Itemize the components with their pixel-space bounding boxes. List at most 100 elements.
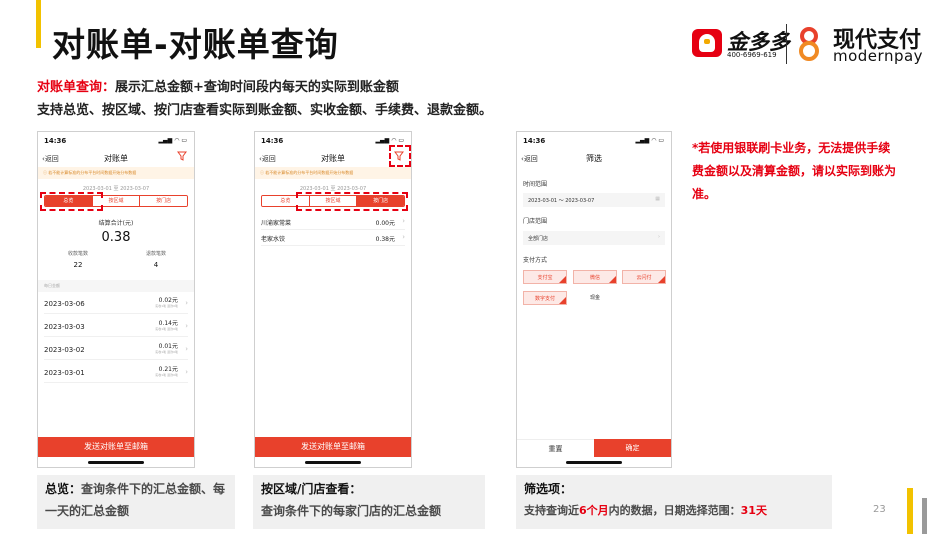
daily-sub: 实收1笔 退款0笔 (155, 327, 178, 331)
caption-overview: 总览：查询条件下的汇总金额、每一天的汇总金额 (37, 475, 235, 529)
time-range-field[interactable]: 2023-03-01 ～ 2023-03-07 ▦ (523, 193, 665, 207)
phone-filter: 14:36 ▂▄▆ ◠ ▭ ‹返回 筛选 时间范围 2023-03-01 ～ 2… (516, 131, 672, 468)
filter-actions: 重置 确定 (517, 439, 671, 457)
highlight-overview-tab (40, 192, 103, 211)
caption-highlight-days: 31天 (740, 504, 767, 517)
pay-option-digital[interactable]: 数字支付 (523, 291, 567, 305)
daily-date: 2023-03-02 (44, 346, 85, 354)
logo-phone-number: 400-6969-619 (727, 51, 777, 59)
store-amount: 0.38元 (375, 236, 395, 243)
status-time: 14:36 (523, 137, 546, 145)
daily-date: 2023-03-01 (44, 369, 85, 377)
pay-option-label: 微信 (589, 275, 600, 281)
store-amount: 0.00元 (375, 220, 395, 227)
daily-sub: 实收1笔 退款0笔 (155, 373, 178, 377)
home-indicator (88, 461, 144, 464)
calendar-icon: ▦ (655, 196, 660, 202)
chevron-right-icon: › (185, 345, 188, 353)
screen-title: 筛选 (586, 154, 602, 163)
deco-yellow-bar (907, 488, 913, 534)
home-indicator (305, 461, 361, 464)
pay-option-label: 数字支付 (534, 296, 555, 302)
pay-option-label: 支付宝 (537, 275, 553, 281)
send-statement-button[interactable]: 发送对账单至邮箱 (38, 437, 194, 457)
caption-title: 筛选项： (524, 482, 573, 496)
logo-modernpay-en: modernpay (833, 47, 924, 65)
notice-bar: ⓘ 若不能计算标准的分布平台时间数据开始分布数据 (255, 167, 411, 179)
caption-highlight-months: 6个月 (579, 504, 609, 517)
status-time: 14:36 (44, 137, 67, 145)
notice-text: 若不能计算标准的分布平台时间数据开始分布数据 (265, 170, 354, 175)
time-range-value: 2023-03-01 ～ 2023-03-07 (528, 198, 595, 204)
unionpay-note: *若使用银联刷卡业务，无法提供手续费金额以及清算金额，请以实际到账为准。 (692, 141, 897, 201)
selected-corner-icon (559, 297, 566, 304)
modernpay-logo-icon (799, 27, 819, 61)
chevron-right-icon: › (185, 368, 188, 376)
daily-amount: 0.02元 (158, 297, 178, 304)
deco-gray-bar (922, 498, 927, 534)
pay-option-cash[interactable]: 现金 (573, 291, 617, 305)
caption-desc-mid: 内的数据，日期选择范围： (608, 504, 741, 517)
caption-desc-pre: 支持查询近 (524, 504, 579, 517)
selected-corner-icon (559, 276, 566, 283)
store-row[interactable]: 川渝家常菜 0.00元 › (261, 214, 405, 230)
time-range-label: 时间范围 (523, 181, 548, 188)
store-range-value: 全部门店 (528, 236, 549, 242)
caption-desc: 支持查询近6个月内的数据，日期选择范围：31天 (524, 500, 824, 522)
tab-by-store[interactable]: 按门店 (139, 196, 187, 206)
eagle-logo-icon (692, 29, 722, 57)
home-indicator (566, 461, 622, 464)
intro-line-2: 支持总览、按区域、按门店查看实际到账金额、实收金额、手续费、退款金额。 (37, 103, 493, 118)
daily-row[interactable]: 2023-03-06 0.02元 实收1笔 退款0笔 › (44, 292, 188, 314)
store-range-label: 门店范围 (523, 218, 548, 225)
daily-date: 2023-03-03 (44, 323, 85, 331)
send-statement-button[interactable]: 发送对账单至邮箱 (255, 437, 411, 457)
settlement-total-value: 0.38 (101, 230, 131, 245)
caption-title: 按区域/门店查看： (261, 482, 362, 496)
selected-corner-icon (609, 276, 616, 283)
phone-overview: 14:36 ▂▄▆ ◠ ▭ ‹返回 对账单 ⓘ 若不能计算标准的分布平台时间数据… (37, 131, 195, 468)
date-range: 2023-03-01 至 2023-03-07 (82, 186, 150, 192)
pay-method-label: 支付方式 (523, 257, 548, 264)
filter-icon[interactable] (177, 151, 187, 161)
payment-count-label: 收款笔数 (67, 251, 88, 257)
daily-row[interactable]: 2023-03-01 0.21元 实收1笔 退款0笔 › (44, 361, 188, 383)
pay-option-unionpay-quickpass[interactable]: 云闪付 (622, 270, 666, 284)
chevron-right-icon: › (402, 233, 405, 241)
daily-date: 2023-03-06 (44, 300, 85, 308)
store-name: 老家水饺 (261, 236, 286, 243)
store-row[interactable]: 老家水饺 0.38元 › (261, 230, 405, 246)
refund-count-value: 4 (153, 261, 159, 269)
signal-battery-icon: ▂▄▆ ◠ ▭ (158, 137, 187, 144)
page-number: 23 (873, 504, 886, 515)
daily-amount: 0.14元 (158, 320, 178, 327)
daily-row[interactable]: 2023-03-03 0.14元 实收1笔 退款0笔 › (44, 315, 188, 337)
pay-option-alipay[interactable]: 支付宝 (523, 270, 567, 284)
intro-line: 对账单查询：展示汇总金额+查询时间段内每天的实际到账金额 (37, 76, 399, 95)
daily-amount: 0.21元 (158, 366, 178, 373)
store-range-field[interactable]: 全部门店 › (523, 231, 665, 245)
page-title: 对账单-对账单查询 (52, 25, 339, 64)
store-name: 川渝家常菜 (261, 220, 292, 227)
intro-text: 展示汇总金额+查询时间段内每天的实际到账金额 (115, 80, 399, 95)
reset-button[interactable]: 重置 (517, 439, 594, 457)
daily-row[interactable]: 2023-03-02 0.01元 实收1笔 退款0笔 › (44, 338, 188, 360)
chevron-right-icon: › (185, 322, 188, 330)
screen-title: 对账单 (321, 154, 345, 163)
pay-option-wechat[interactable]: 微信 (573, 270, 617, 284)
pay-option-label: 云闪付 (636, 275, 652, 281)
caption-title: 总览： (45, 482, 82, 496)
chevron-right-icon: › (658, 234, 660, 240)
confirm-button[interactable]: 确定 (594, 439, 671, 457)
logo-divider (786, 24, 787, 64)
phone-by-store: 14:36 ▂▄▆ ◠ ▭ ‹返回 对账单 ⓘ 若不能计算标准的分布平台时间数据… (254, 131, 412, 468)
daily-amount: 0.01元 (158, 343, 178, 350)
daily-sub: 实收1笔 退款0笔 (155, 304, 178, 308)
title-accent-bar (36, 0, 41, 48)
status-time: 14:36 (261, 137, 284, 145)
notice-bar: ⓘ 若不能计算标准的分布平台时间数据开始分布数据 (38, 167, 194, 179)
intro-label: 对账单查询： (37, 80, 116, 95)
caption-desc: 查询条件下的每家门店的汇总金额 (261, 504, 442, 518)
caption-filter: 筛选项： 支持查询近6个月内的数据，日期选择范围：31天 (516, 475, 832, 529)
chevron-right-icon: › (402, 217, 405, 225)
